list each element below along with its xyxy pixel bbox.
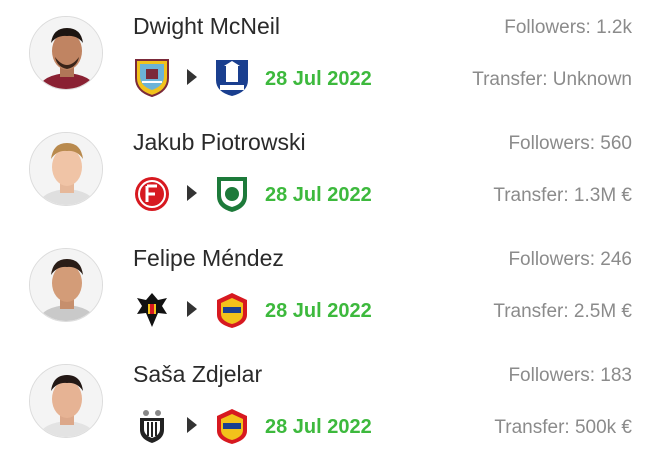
transfer-fee: Transfer: 1.3M €: [493, 185, 632, 206]
transfer-row[interactable]: Dwight McNeil Followers: 1.2k 28 Jul 202…: [0, 0, 662, 116]
transfer-fee: Transfer: Unknown: [472, 69, 632, 90]
transfer-arrow-icon: [187, 185, 197, 201]
cska-moscow-crest-icon[interactable]: [214, 406, 250, 446]
player-avatar[interactable]: [29, 132, 103, 206]
player-name[interactable]: Dwight McNeil: [133, 13, 280, 40]
transfer-date: 28 Jul 2022: [265, 416, 372, 438]
transfer-arrow-icon: [187, 69, 197, 85]
everton-crest-icon[interactable]: [214, 58, 250, 98]
transfer-arrow-icon: [187, 301, 197, 317]
transfer-date: 28 Jul 2022: [265, 300, 372, 322]
cska-moscow-crest-icon[interactable]: [214, 290, 250, 330]
transfer-date: 28 Jul 2022: [265, 68, 372, 90]
followers-count: Followers: 246: [508, 249, 632, 270]
player-name[interactable]: Saša Zdjelar: [133, 361, 262, 388]
player-avatar[interactable]: [29, 364, 103, 438]
player-name[interactable]: Jakub Piotrowski: [133, 129, 306, 156]
transfer-fee: Transfer: 2.5M €: [493, 301, 632, 322]
player-avatar[interactable]: [29, 248, 103, 322]
partizan-crest-icon[interactable]: [134, 406, 170, 446]
followers-count: Followers: 183: [508, 365, 632, 386]
transfer-arrow-icon: [187, 417, 197, 433]
followers-count: Followers: 1.2k: [504, 17, 632, 38]
transfer-fee: Transfer: 500k €: [494, 417, 632, 438]
followers-count: Followers: 560: [508, 133, 632, 154]
transfer-row[interactable]: Jakub Piotrowski Followers: 560 28 Jul 2…: [0, 116, 662, 232]
player-name[interactable]: Felipe Méndez: [133, 245, 284, 272]
burnley-crest-icon[interactable]: [134, 58, 170, 98]
transfer-date: 28 Jul 2022: [265, 184, 372, 206]
transfer-row[interactable]: Felipe Méndez Followers: 246 28 Jul 2022…: [0, 232, 662, 348]
player-avatar[interactable]: [29, 16, 103, 90]
eagle-crest-icon[interactable]: [134, 290, 170, 330]
ludogorets-crest-icon[interactable]: [214, 174, 250, 214]
transfer-row[interactable]: Saša Zdjelar Followers: 183 28 Jul 2022 …: [0, 348, 662, 452]
fortuna-duesseldorf-crest-icon[interactable]: [134, 174, 170, 214]
transfer-list: Dwight McNeil Followers: 1.2k 28 Jul 202…: [0, 0, 662, 452]
